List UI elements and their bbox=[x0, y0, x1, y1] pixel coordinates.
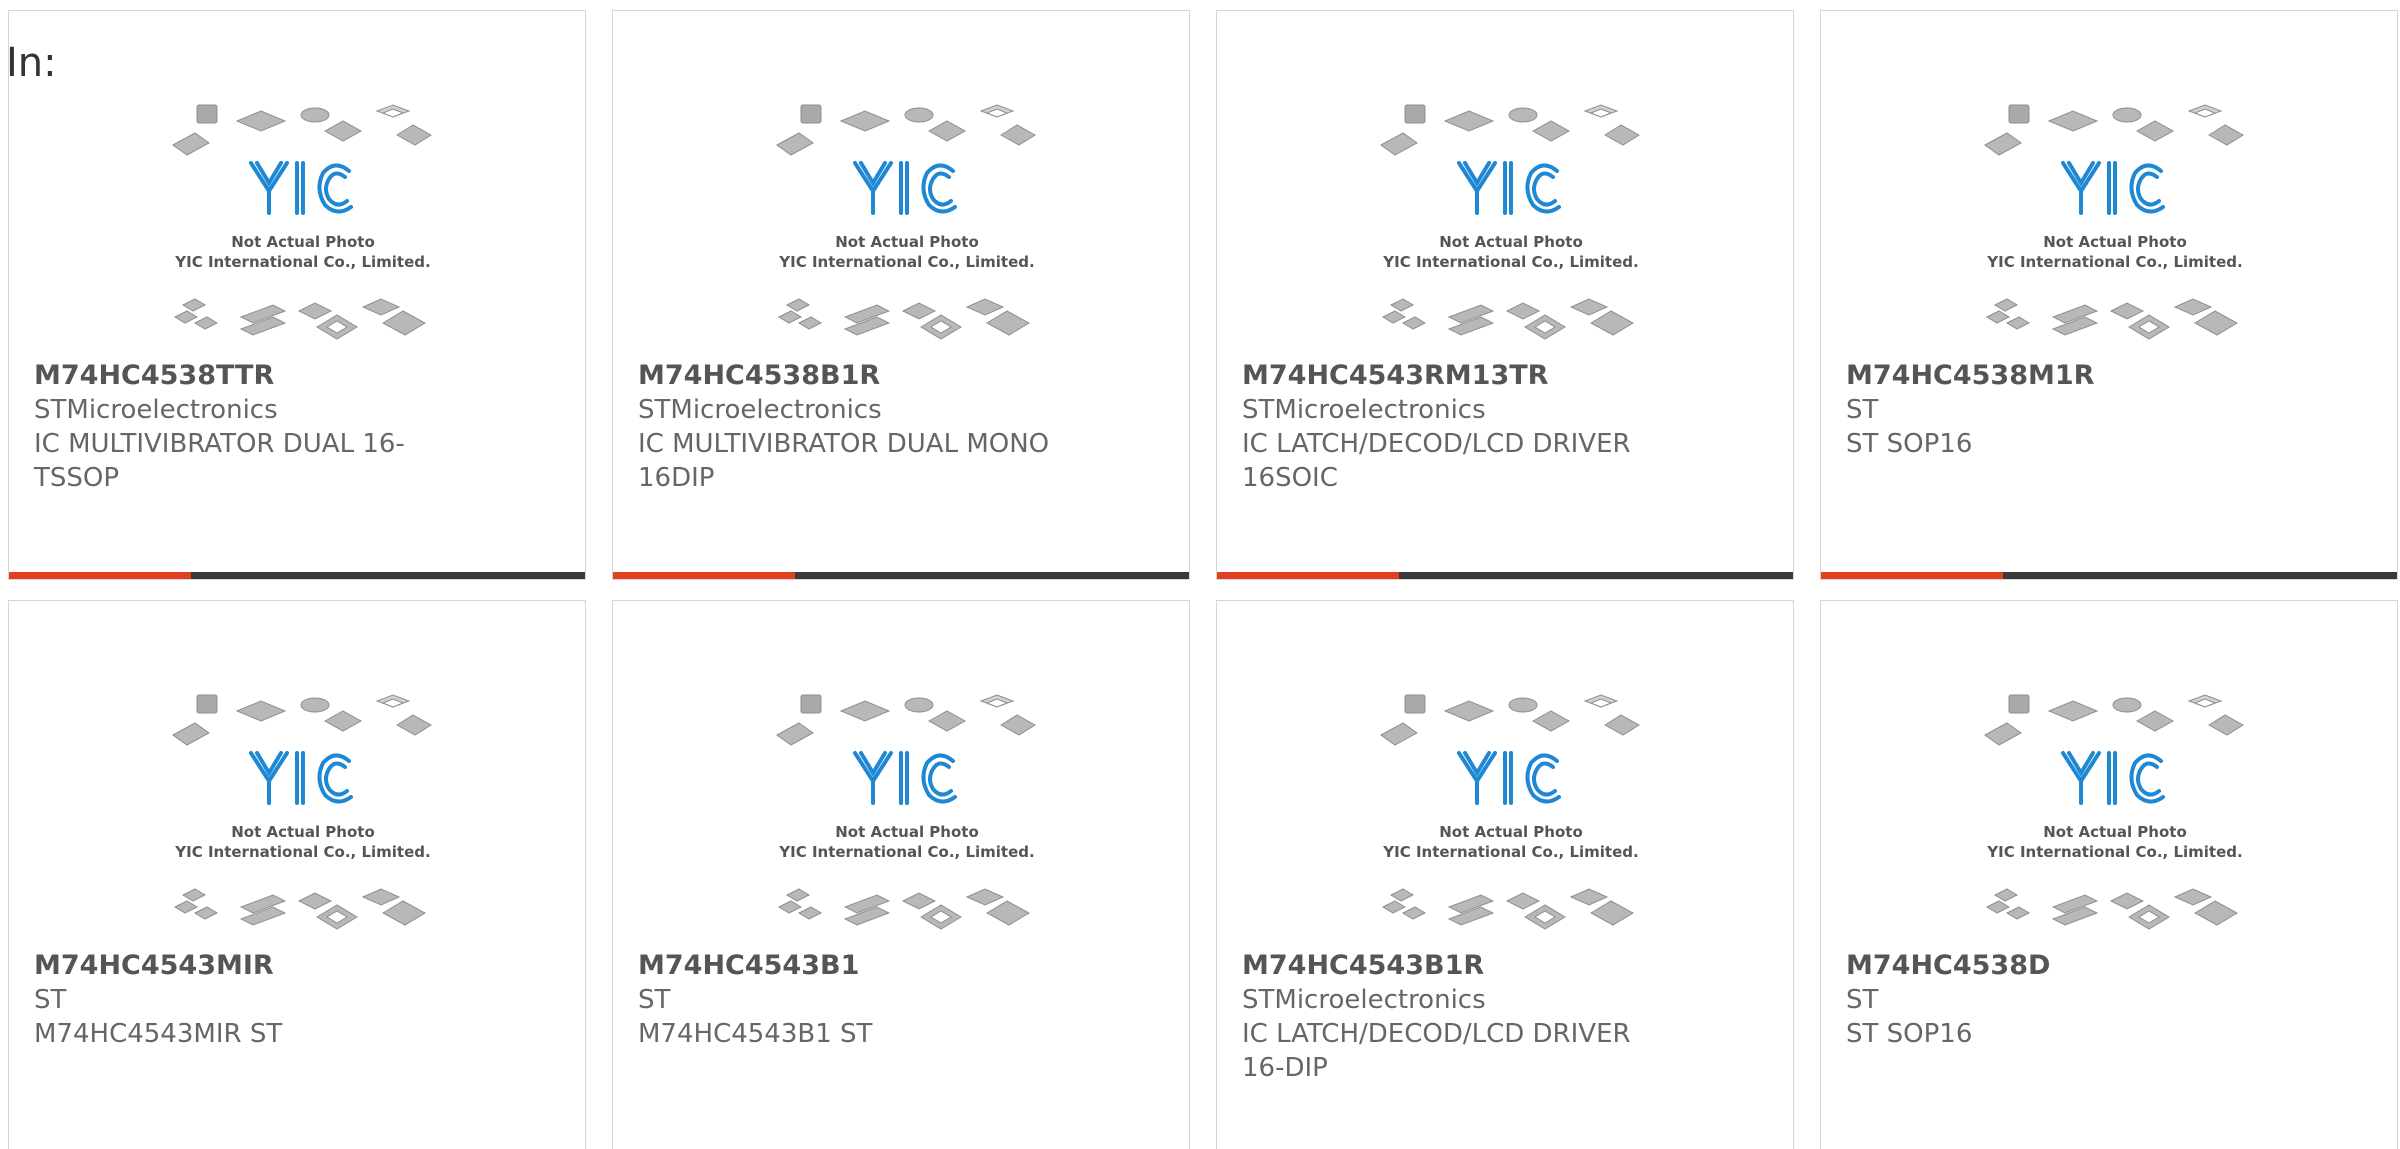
yic-logo-icon: Not Actual Photo YIC International Co., L… bbox=[1380, 694, 1640, 930]
product-card[interactable]: Not Actual Photo YIC International Co., L… bbox=[1820, 10, 2398, 580]
card-accent-bar bbox=[613, 572, 795, 579]
part-number[interactable]: M74HC4538D bbox=[1846, 949, 2266, 983]
svg-text:Not Actual Photo: Not Actual Photo bbox=[2043, 823, 2187, 841]
manufacturer: ST bbox=[34, 985, 67, 1015]
svg-text:Not Actual Photo: Not Actual Photo bbox=[1439, 823, 1583, 841]
card-accent-bar bbox=[9, 572, 191, 579]
product-card[interactable]: Not Actual Photo YIC International Co., L… bbox=[8, 600, 586, 1149]
manufacturer: STMicroelectronics bbox=[638, 395, 882, 425]
card-bottom-bar bbox=[9, 572, 585, 579]
product-card[interactable]: Not Actual Photo YIC International Co., L… bbox=[612, 600, 1190, 1149]
manufacturer: ST bbox=[1846, 395, 1879, 425]
svg-text:YIC International Co., Limited: YIC International Co., Limited. bbox=[778, 843, 1034, 861]
svg-text:Not Actual Photo: Not Actual Photo bbox=[835, 233, 979, 251]
product-grid-page: In: Not Actual Photo YIC International Co… bbox=[0, 0, 2400, 1149]
part-number[interactable]: M74HC4543B1 bbox=[638, 949, 1058, 983]
yic-logo-icon: Not Actual Photo YIC International Co., L… bbox=[1984, 694, 2244, 930]
product-info: M74HC4538M1R ST ST SOP16 bbox=[1846, 359, 2266, 461]
svg-text:YIC International Co., Limited: YIC International Co., Limited. bbox=[1986, 843, 2242, 861]
not-actual-photo-image: Not Actual Photo YIC International Co., L… bbox=[773, 691, 1041, 937]
not-actual-photo-image: Not Actual Photo YIC International Co., L… bbox=[1377, 691, 1645, 937]
svg-text:YIC International Co., Limited: YIC International Co., Limited. bbox=[1382, 843, 1638, 861]
product-card[interactable]: Not Actual Photo YIC International Co., L… bbox=[1216, 10, 1794, 580]
svg-text:Not Actual Photo: Not Actual Photo bbox=[231, 233, 375, 251]
svg-text:Not Actual Photo: Not Actual Photo bbox=[1439, 233, 1583, 251]
card-bottom-bar bbox=[1821, 572, 2397, 579]
part-number[interactable]: M74HC4543MIR bbox=[34, 949, 454, 983]
product-info: M74HC4543MIR ST M74HC4543MIR ST bbox=[34, 949, 454, 1051]
product-info: M74HC4538B1R STMicroelectronics IC MULTI… bbox=[638, 359, 1058, 495]
part-number[interactable]: M74HC4538M1R bbox=[1846, 359, 2266, 393]
card-bottom-bar bbox=[1217, 572, 1793, 579]
not-actual-photo-image: Not Actual Photo YIC International Co., L… bbox=[1377, 101, 1645, 347]
product-info: M74HC4538TTR STMicroelectronics IC MULTI… bbox=[34, 359, 454, 495]
svg-text:Not Actual Photo: Not Actual Photo bbox=[2043, 233, 2187, 251]
card-accent-bar bbox=[1217, 572, 1399, 579]
description: IC LATCH/DECOD/LCD DRIVER 16SOIC bbox=[1242, 429, 1631, 493]
svg-text:Not Actual Photo: Not Actual Photo bbox=[231, 823, 375, 841]
product-card[interactable]: Not Actual Photo YIC International Co., L… bbox=[1820, 600, 2398, 1149]
svg-text:YIC International Co., Limited: YIC International Co., Limited. bbox=[1382, 253, 1638, 271]
svg-text:YIC International Co., Limited: YIC International Co., Limited. bbox=[1986, 253, 2242, 271]
product-card[interactable]: Not Actual Photo YIC International Co., L… bbox=[1216, 600, 1794, 1149]
svg-text:YIC International Co., Limited: YIC International Co., Limited. bbox=[778, 253, 1034, 271]
description: IC MULTIVIBRATOR DUAL MONO 16DIP bbox=[638, 429, 1050, 493]
description: IC LATCH/DECOD/LCD DRIVER 16-DIP bbox=[1242, 1019, 1631, 1083]
description: M74HC4543B1 ST bbox=[638, 1019, 873, 1049]
description: M74HC4543MIR ST bbox=[34, 1019, 283, 1049]
in-label: In: bbox=[6, 40, 57, 86]
part-number[interactable]: M74HC4538TTR bbox=[34, 359, 454, 393]
not-actual-photo-image: Not Actual Photo YIC International Co., L… bbox=[169, 101, 437, 347]
not-actual-photo-image: Not Actual Photo YIC International Co., L… bbox=[1981, 101, 2249, 347]
svg-text:YIC International Co., Limited: YIC International Co., Limited. bbox=[174, 253, 430, 271]
part-number[interactable]: M74HC4543B1R bbox=[1242, 949, 1662, 983]
product-info: M74HC4538D ST ST SOP16 bbox=[1846, 949, 2266, 1051]
yic-logo-icon: Not Actual Photo YIC International Co., L… bbox=[172, 694, 432, 930]
product-card[interactable]: Not Actual Photo YIC International Co., L… bbox=[8, 10, 586, 580]
not-actual-photo-image: Not Actual Photo YIC International Co., L… bbox=[773, 101, 1041, 347]
manufacturer: ST bbox=[1846, 985, 1879, 1015]
card-accent-bar bbox=[1821, 572, 2003, 579]
manufacturer: ST bbox=[638, 985, 671, 1015]
yic-logo-icon: Not Actual Photo YIC International Co., L… bbox=[776, 104, 1036, 340]
manufacturer: STMicroelectronics bbox=[1242, 395, 1486, 425]
yic-logo-icon: Not Actual Photo YIC International Co., L… bbox=[1380, 104, 1640, 340]
product-info: M74HC4543B1 ST M74HC4543B1 ST bbox=[638, 949, 1058, 1051]
product-card[interactable]: Not Actual Photo YIC International Co., L… bbox=[612, 10, 1190, 580]
svg-text:YIC International Co., Limited: YIC International Co., Limited. bbox=[174, 843, 430, 861]
not-actual-photo-image: Not Actual Photo YIC International Co., L… bbox=[1981, 691, 2249, 937]
product-info: M74HC4543B1R STMicroelectronics IC LATCH… bbox=[1242, 949, 1662, 1085]
yic-logo-icon: Not Actual Photo YIC International Co., L… bbox=[1984, 104, 2244, 340]
yic-logo-icon: Not Actual Photo YIC International Co., L… bbox=[776, 694, 1036, 930]
product-info: M74HC4543RM13TR STMicroelectronics IC LA… bbox=[1242, 359, 1662, 495]
description: ST SOP16 bbox=[1846, 429, 1973, 459]
not-actual-photo-image: Not Actual Photo YIC International Co., L… bbox=[169, 691, 437, 937]
description: IC MULTIVIBRATOR DUAL 16-TSSOP bbox=[34, 429, 405, 493]
svg-text:Not Actual Photo: Not Actual Photo bbox=[835, 823, 979, 841]
part-number[interactable]: M74HC4538B1R bbox=[638, 359, 1058, 393]
manufacturer: STMicroelectronics bbox=[34, 395, 278, 425]
part-number[interactable]: M74HC4543RM13TR bbox=[1242, 359, 1662, 393]
card-bottom-bar bbox=[613, 572, 1189, 579]
manufacturer: STMicroelectronics bbox=[1242, 985, 1486, 1015]
yic-logo-icon: Not Actual Photo YIC International Co., L… bbox=[172, 104, 432, 340]
description: ST SOP16 bbox=[1846, 1019, 1973, 1049]
